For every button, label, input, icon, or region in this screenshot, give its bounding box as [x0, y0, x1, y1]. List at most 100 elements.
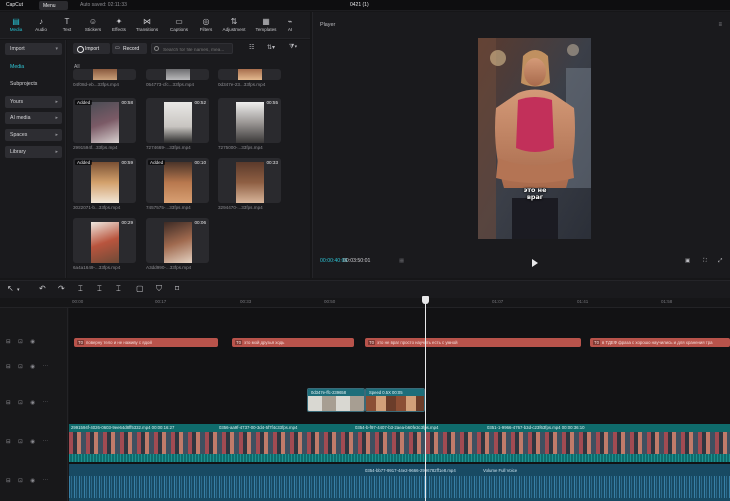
timeline-tracks: T0 поверну тело и не наживу с ядой T0 это … — [69, 308, 730, 501]
ai-icon: ⌁ — [287, 17, 293, 26]
split-icon[interactable]: ⌶ — [78, 284, 83, 294]
split-right-icon[interactable]: ⌶ — [116, 284, 121, 294]
sidebar-item-ai-media[interactable]: AI media ▸ — [5, 112, 62, 124]
audio-clip[interactable]: 0354-bb77-9917-44e2-9666-2996782ff1e8.mp… — [69, 464, 730, 501]
import-button[interactable]: Import — [73, 43, 110, 54]
grid-view-icon[interactable]: ☷ — [249, 44, 254, 51]
media-panel: Import Record ▭ ☷ ⇅▾ ⧩▾ All 04f08d-eb...… — [67, 40, 310, 278]
media-filename: 7275000-...33fps.mp4 — [218, 145, 263, 150]
duration: 00:33 — [266, 160, 279, 165]
total-timecode: 00:03:50:01 — [343, 258, 371, 264]
effects-icon: ✦ — [115, 17, 123, 26]
added-badge: Added — [75, 100, 93, 105]
tab-adjustment[interactable]: ⇅ Adjustment — [222, 16, 246, 38]
project-title: 0421 (1) — [350, 2, 369, 8]
duration: 00:10 — [194, 160, 207, 165]
media-thumb[interactable]: Added 00:59 — [73, 158, 136, 203]
media-filename: 0d347e-23...33fps.mp4 — [218, 82, 266, 87]
sidebar-item-subprojects[interactable]: Subprojects — [5, 78, 62, 90]
title-bar: CapCut Menu Auto saved: 02:11:33 0421 (1… — [0, 0, 730, 11]
tab-ai[interactable]: ⌁ AI — [282, 16, 298, 38]
tab-stickers[interactable]: ☺ Stickers — [81, 16, 105, 38]
tab-effects[interactable]: ✦ Effects — [107, 16, 131, 38]
timeline-view-icon[interactable]: ▦ — [399, 258, 404, 264]
redo-icon[interactable]: ↷ — [58, 284, 65, 293]
marker-icon[interactable]: ⛉ — [156, 284, 162, 294]
filters-icon: ◎ — [202, 17, 210, 26]
chevron-right-icon: ▸ — [55, 132, 58, 138]
video-preview[interactable]: это не враг — [478, 38, 591, 239]
more-icon[interactable]: ≡ — [718, 22, 722, 28]
select-tool-icon[interactable]: ↖ — [7, 284, 14, 293]
crop-icon[interactable]: ⌑ — [175, 284, 179, 293]
track-controls-main[interactable]: ⊟ ⊡ ◉ ⋯ — [6, 439, 51, 445]
media-thumb[interactable]: 00:29 — [73, 218, 136, 263]
filter-icon[interactable]: ⧩▾ — [289, 44, 297, 51]
tab-captions[interactable]: ▭ Captions — [167, 16, 191, 38]
media-thumb[interactable]: 00:06 — [146, 218, 209, 263]
chevron-down-icon[interactable]: ▾ — [17, 287, 20, 293]
sidebar-item-media[interactable]: Media — [5, 61, 62, 73]
media-filename: 7274669-...33fps.mp4 — [146, 145, 191, 150]
media-thumb[interactable]: 00:55 — [218, 98, 281, 143]
ratio-icon[interactable]: ▣ — [685, 258, 690, 264]
media-filename: 054773-cfc...33fps.mp4 — [146, 82, 195, 87]
duration: 00:29 — [121, 220, 134, 225]
undo-icon[interactable]: ↶ — [39, 284, 46, 293]
timeline-ruler[interactable]: 00:00 00:17 00:33 00:50 01:07 01:41 01:5… — [0, 298, 730, 308]
tab-templates[interactable]: ▦ Templates — [254, 16, 278, 38]
media-thumb[interactable] — [218, 69, 281, 80]
autosave-status: Auto saved: 02:11:33 — [80, 2, 127, 8]
tab-filters[interactable]: ◎ Filters — [194, 16, 218, 38]
track-controls-subtitle[interactable]: ⊟ ⊡ ◉ ⋯ — [6, 364, 51, 370]
subtitle-clip[interactable]: T0 в ТДЕФ фраза с хорошо научились и для … — [590, 338, 730, 347]
media-thumb[interactable]: Added 00:10 — [146, 158, 209, 203]
volume-label: Volume Full Voice — [483, 468, 518, 473]
sidebar-item-library[interactable]: Library ▸ — [5, 146, 62, 158]
video-subtitle: это не враг — [523, 186, 547, 201]
duration: 00:52 — [194, 100, 207, 105]
media-filename: 3022071-b...33fps.mp4 — [73, 205, 121, 210]
adjustment-icon: ⇅ — [230, 17, 238, 26]
media-filename: A3dd990-...33fps.mp4 — [146, 265, 192, 270]
added-badge: Added — [148, 160, 166, 165]
delete-icon[interactable]: ▢ — [136, 284, 144, 293]
media-thumb[interactable] — [73, 69, 136, 80]
sort-icon[interactable]: ⇅▾ — [267, 44, 275, 51]
sticker-icon: ☺ — [88, 17, 98, 26]
media-filename: 2991594f...33fps.mp4 — [73, 145, 118, 150]
record-icon: ▭ — [115, 45, 120, 51]
media-thumb[interactable]: 00:33 — [218, 158, 281, 203]
play-icon[interactable] — [532, 259, 538, 267]
playhead[interactable] — [425, 297, 426, 501]
overlay-clip[interactable]: Speed 0.5X 00:05 — [365, 388, 425, 412]
tab-transitions[interactable]: ⋈ Transitions — [135, 16, 159, 38]
tab-audio[interactable]: ♪ Audio — [29, 16, 53, 38]
track-controls-audio[interactable]: ⊟ ⊡ ◉ ⋯ — [6, 478, 51, 484]
sidebar-item-spaces[interactable]: Spaces ▸ — [5, 129, 62, 141]
expand-icon[interactable]: ⤢ — [718, 258, 722, 265]
fullscreen-icon[interactable]: ⛶ — [703, 258, 707, 265]
tab-media[interactable]: ▤ Media — [4, 16, 28, 38]
chevron-right-icon: ▸ — [55, 149, 58, 155]
subtitle-clip[interactable]: T0 поверну тело и не наживу с ядой — [74, 338, 218, 347]
sidebar-item-import[interactable]: Import ▾ — [5, 43, 62, 55]
media-filename: 3294470-...33fps.mp4 — [218, 205, 263, 210]
sidebar-item-yours[interactable]: Yours ▸ — [5, 96, 62, 108]
search-input[interactable] — [151, 43, 233, 54]
split-left-icon[interactable]: ⌶ — [97, 284, 102, 294]
menu-button[interactable]: Menu — [39, 1, 68, 10]
track-controls-text[interactable]: ⊟ ⊡ ◉ — [6, 339, 38, 345]
media-thumb[interactable]: Added 00:58 — [73, 98, 136, 143]
overlay-clip[interactable]: 0d347e-ffc-239658 — [307, 388, 365, 412]
ruler-tick: 00:00 — [72, 299, 84, 304]
track-controls-overlay[interactable]: ⊟ ⊡ ◉ ⋯ — [6, 400, 51, 406]
subtitle-clip[interactable]: T0 это мой друзья ходь — [232, 338, 354, 347]
ruler-tick: 01:07 — [492, 299, 504, 304]
subtitle-clip[interactable]: T0 это не враг просто научить есть с умно… — [365, 338, 581, 347]
main-video-clip[interactable]: 2991594f-4026-0603-9ee64d8ff5332.mp4 00:… — [69, 424, 730, 462]
tab-text[interactable]: T Text — [55, 16, 79, 38]
ruler-tick: 01:41 — [577, 299, 589, 304]
media-thumb[interactable] — [146, 69, 209, 80]
media-thumb[interactable]: 00:52 — [146, 98, 209, 143]
